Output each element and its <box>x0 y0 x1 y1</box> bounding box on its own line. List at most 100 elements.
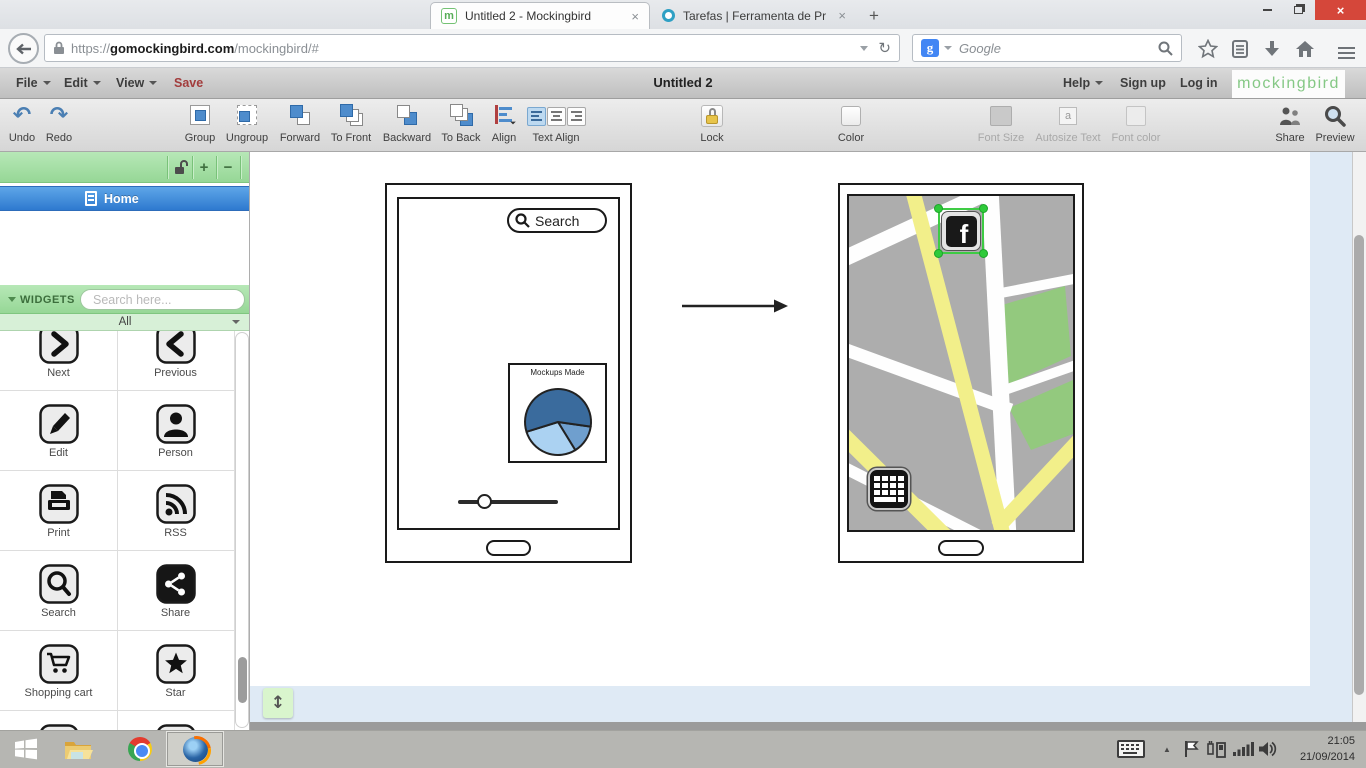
bookmark-star-icon[interactable] <box>1196 38 1220 60</box>
forward-button[interactable]: Forward <box>272 102 328 149</box>
widgets-scrollbar-thumb[interactable] <box>238 657 247 703</box>
power-battery-icon[interactable] <box>1204 733 1230 765</box>
edit-menu[interactable]: Edit <box>64 68 101 98</box>
chrome-button[interactable] <box>124 733 156 765</box>
autosize-text-button: a Autosize Text <box>1032 102 1104 149</box>
tab-close-icon[interactable]: × <box>838 8 846 23</box>
selection-handle[interactable] <box>979 249 988 258</box>
mockingbird-logo[interactable]: mockingbird <box>1232 70 1345 98</box>
keyboard-widget[interactable] <box>868 468 910 510</box>
widget-item-partial[interactable] <box>0 716 117 730</box>
preview-magnifier-icon <box>1324 102 1346 130</box>
selection-handle[interactable] <box>934 204 943 213</box>
add-page-button[interactable]: + <box>193 157 215 177</box>
widget-item-share[interactable]: Share <box>117 556 234 636</box>
remove-page-button[interactable]: − <box>217 157 239 177</box>
selection-handle[interactable] <box>979 204 988 213</box>
redo-button[interactable]: ↷ Redo <box>40 102 78 149</box>
file-menu[interactable]: File <box>16 68 51 98</box>
bookmarks-menu-icon[interactable] <box>1228 38 1252 60</box>
save-menu[interactable]: Save <box>174 68 203 98</box>
widget-item-print[interactable]: Print <box>0 476 117 556</box>
new-tab-button[interactable]: + <box>862 6 886 26</box>
action-center-flag-icon[interactable] <box>1180 733 1202 765</box>
url-bar[interactable]: https://gomockingbird.com/mockingbird/# … <box>44 34 900 62</box>
ungroup-button[interactable]: Ungroup <box>221 102 273 149</box>
slider-knob[interactable] <box>477 494 492 509</box>
search-bar[interactable]: g <box>912 34 1182 62</box>
widget-item-next[interactable]: Next <box>0 331 117 396</box>
text-align-button[interactable]: Text Align <box>520 102 592 149</box>
firefox-button[interactable] <box>179 733 211 765</box>
search-input[interactable] <box>957 40 1153 57</box>
canvas-vertical-scrollbar-thumb[interactable] <box>1354 235 1364 695</box>
tab-tarefas[interactable]: Tarefas | Ferramenta de Pr... × <box>652 2 856 29</box>
share-button[interactable]: Share <box>1267 102 1313 149</box>
preview-button[interactable]: Preview <box>1312 102 1358 149</box>
widget-item-person[interactable]: Person <box>117 396 234 476</box>
search-magnifier-icon[interactable] <box>1158 41 1173 56</box>
search-engine-dropdown-icon[interactable] <box>944 46 952 50</box>
tray-expand-icon[interactable]: ▲ <box>1157 733 1177 765</box>
widget-item-star[interactable]: Star <box>117 636 234 716</box>
unlock-icon <box>172 159 188 175</box>
backward-button[interactable]: Backward <box>377 102 437 149</box>
canvas-horizontal-scrollbar[interactable] <box>250 722 1366 730</box>
windows-logo-icon <box>13 736 39 762</box>
pie-chart[interactable]: Mockups Made <box>508 363 607 463</box>
to-front-button[interactable]: To Front <box>323 102 379 149</box>
taskbar-clock[interactable]: 21:05 21/09/2014 <box>1280 733 1355 765</box>
widget-item-rss[interactable]: RSS <box>117 476 234 556</box>
reload-icon[interactable]: ↻ <box>878 39 891 57</box>
file-explorer-button[interactable] <box>62 733 94 765</box>
arrow-widget[interactable] <box>678 294 790 318</box>
help-menu[interactable]: Help <box>1063 68 1103 98</box>
url-dropdown-icon[interactable] <box>860 46 868 51</box>
widget-item-edit[interactable]: Edit <box>0 396 117 476</box>
minimize-button[interactable] <box>1253 0 1281 20</box>
facebook-widget[interactable]: f <box>941 211 981 251</box>
widget-filter-dropdown[interactable]: All <box>0 314 250 331</box>
menu-hamburger-icon[interactable] <box>1334 42 1358 64</box>
phone-right-home-button[interactable] <box>938 540 984 556</box>
to-back-button[interactable]: To Back <box>433 102 489 149</box>
widget-item-previous[interactable]: Previous <box>117 331 234 396</box>
widget-search-box[interactable] <box>80 289 245 310</box>
phone-left-home-button[interactable] <box>486 540 531 556</box>
downloads-icon[interactable] <box>1260 38 1284 60</box>
sign-up-link[interactable]: Sign up <box>1120 68 1166 98</box>
home-icon[interactable] <box>1293 38 1317 60</box>
collapse-widgets-icon[interactable] <box>8 297 16 302</box>
widget-item-search[interactable]: Search <box>0 556 117 636</box>
font-size-icon <box>990 102 1012 130</box>
selection-handle[interactable] <box>934 249 943 258</box>
search-field-widget[interactable]: Search <box>507 208 607 233</box>
close-button[interactable]: × <box>1315 0 1366 20</box>
next-icon <box>39 331 79 364</box>
restore-button[interactable] <box>1284 0 1312 20</box>
back-button[interactable] <box>8 33 39 64</box>
widget-search-input[interactable] <box>91 292 256 308</box>
log-in-link[interactable]: Log in <box>1180 68 1218 98</box>
tab-close-icon[interactable]: × <box>631 9 639 24</box>
expand-canvas-button[interactable]: ↕ <box>263 688 293 718</box>
print-icon <box>39 484 79 524</box>
widgets-header-label: WIDGETS <box>20 294 75 306</box>
lock-button[interactable]: Lock <box>687 102 737 149</box>
unlock-pages-button[interactable] <box>169 157 191 177</box>
start-button[interactable] <box>10 733 42 765</box>
undo-button[interactable]: ↶ Undo <box>3 102 41 149</box>
color-button[interactable]: Color <box>826 102 876 149</box>
volume-icon[interactable] <box>1256 733 1280 765</box>
tab-mockingbird[interactable]: m Untitled 2 - Mockingbird × <box>430 2 650 29</box>
widget-item-shopping-cart[interactable]: Shopping cart <box>0 636 117 716</box>
tray-keyboard-button[interactable] <box>1115 733 1147 765</box>
magnifier-icon <box>515 213 530 228</box>
widget-item-partial[interactable] <box>117 716 234 730</box>
network-signal-icon[interactable] <box>1230 733 1256 765</box>
page-item-home[interactable]: Home <box>0 186 250 211</box>
view-menu[interactable]: View <box>116 68 157 98</box>
facebook-icon: f <box>946 216 977 247</box>
group-button[interactable]: Group <box>174 102 226 149</box>
slider-widget[interactable] <box>458 500 558 504</box>
